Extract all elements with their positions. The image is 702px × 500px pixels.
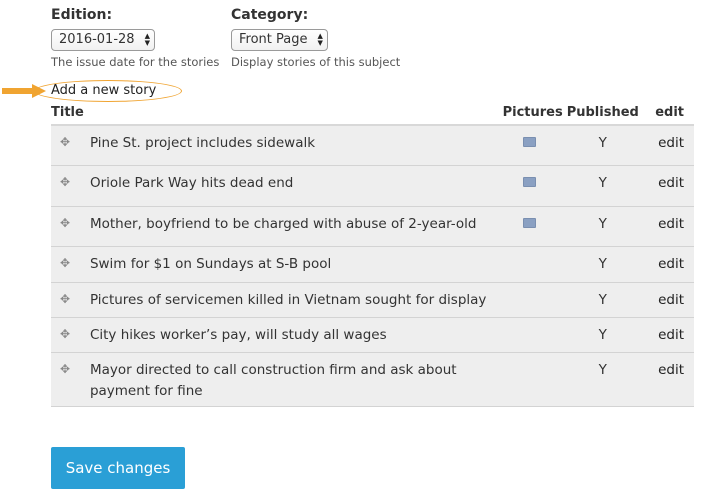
- published-cell: Y: [566, 125, 639, 166]
- story-title: Pictures of servicemen killed in Vietnam…: [89, 282, 503, 318]
- add-story-area: Add a new story: [0, 80, 200, 104]
- category-select[interactable]: Front Page ▲ ▼: [231, 28, 328, 51]
- column-header-edit: edit: [638, 103, 694, 126]
- edition-select[interactable]: 2016-01-28 ▲ ▼: [51, 28, 155, 51]
- edition-label: Edition:: [51, 7, 113, 23]
- drag-handle-icon[interactable]: ✥: [51, 352, 90, 407]
- pictures-cell: [502, 246, 567, 283]
- table-row[interactable]: ✥ Pictures of servicemen killed in Vietna…: [51, 282, 694, 318]
- table-row[interactable]: ✥ Pine St. project includes sidewalk Yedit: [51, 125, 694, 166]
- published-cell: Y: [566, 352, 639, 407]
- edition-help-text: The issue date for the stories: [51, 54, 220, 69]
- category-select-value: Front Page: [239, 32, 308, 47]
- table-row[interactable]: ✥ Oriole Park Way hits dead end Yedit: [51, 165, 694, 207]
- table-row[interactable]: ✥ Mayor directed to call construction fir…: [51, 352, 694, 407]
- story-title: Swim for $1 on Sundays at S-B pool: [89, 246, 503, 283]
- edit-cell: edit: [638, 206, 694, 247]
- column-header-published: Published: [566, 103, 639, 126]
- edit-link[interactable]: edit: [658, 216, 684, 232]
- edit-link[interactable]: edit: [658, 327, 684, 343]
- picture-icon: [522, 137, 536, 147]
- category-label: Category:: [231, 7, 309, 23]
- stories-table-body: ✥ Pine St. project includes sidewalk Yedit…: [51, 125, 694, 407]
- pictures-cell: [502, 206, 567, 247]
- edit-link[interactable]: edit: [658, 135, 684, 151]
- drag-handle-icon[interactable]: ✥: [51, 246, 90, 283]
- drag-handle-icon[interactable]: ✥: [51, 206, 90, 247]
- column-header-pictures: Pictures: [502, 103, 567, 126]
- category-filter: Category: Front Page ▲ ▼ Display stories …: [231, 6, 400, 69]
- edit-cell: edit: [638, 246, 694, 283]
- edition-filter: Edition: 2016-01-28 ▲ ▼ The issue date fo…: [51, 6, 219, 69]
- edit-link[interactable]: edit: [658, 256, 684, 272]
- edit-link[interactable]: edit: [658, 292, 684, 308]
- drag-handle-icon[interactable]: ✥: [51, 165, 90, 207]
- table-row[interactable]: ✥ City hikes worker’s pay, will study all…: [51, 317, 694, 353]
- select-arrows-icon: ▲ ▼: [317, 31, 323, 47]
- published-cell: Y: [566, 165, 639, 207]
- published-cell: Y: [566, 317, 639, 353]
- edit-cell: edit: [638, 125, 694, 166]
- edition-select-value: 2016-01-28: [59, 32, 135, 47]
- pictures-cell: [502, 352, 567, 407]
- published-cell: Y: [566, 246, 639, 283]
- pictures-cell: [502, 165, 567, 207]
- edit-cell: edit: [638, 317, 694, 353]
- story-title: Pine St. project includes sidewalk: [89, 125, 503, 166]
- edit-link[interactable]: edit: [658, 175, 684, 191]
- story-title: Oriole Park Way hits dead end: [89, 165, 503, 207]
- edit-cell: edit: [638, 352, 694, 407]
- column-header-title: Title: [51, 103, 503, 126]
- story-title: Mother, boyfriend to be charged with abu…: [89, 206, 503, 247]
- drag-handle-icon[interactable]: ✥: [51, 282, 90, 318]
- stories-table: Title Pictures Published edit ✥ Pine St. …: [51, 103, 694, 407]
- select-arrows-icon: ▲ ▼: [144, 31, 150, 47]
- drag-handle-icon[interactable]: ✥: [51, 125, 90, 166]
- pictures-cell: [502, 317, 567, 353]
- story-title: City hikes worker’s pay, will study all …: [89, 317, 503, 353]
- story-title: Mayor directed to call construction firm…: [89, 352, 503, 407]
- picture-icon: [522, 217, 536, 228]
- category-help-text: Display stories of this subject: [231, 54, 401, 69]
- pictures-cell: [502, 125, 567, 166]
- table-header-row: Title Pictures Published edit: [51, 103, 694, 126]
- edit-cell: edit: [638, 282, 694, 318]
- drag-handle-icon[interactable]: ✥: [51, 317, 90, 353]
- pictures-cell: [502, 282, 567, 318]
- picture-icon: [522, 176, 536, 187]
- table-row[interactable]: ✥ Mother, boyfriend to be charged with ab…: [51, 206, 694, 247]
- add-new-story-link[interactable]: Add a new story: [51, 83, 156, 98]
- published-cell: Y: [566, 206, 639, 247]
- edit-link[interactable]: edit: [658, 362, 684, 378]
- edit-cell: edit: [638, 165, 694, 207]
- published-cell: Y: [566, 282, 639, 318]
- save-changes-button[interactable]: Save changes: [51, 447, 185, 489]
- table-row[interactable]: ✥ Swim for $1 on Sundays at S-B pool Yedit: [51, 246, 694, 283]
